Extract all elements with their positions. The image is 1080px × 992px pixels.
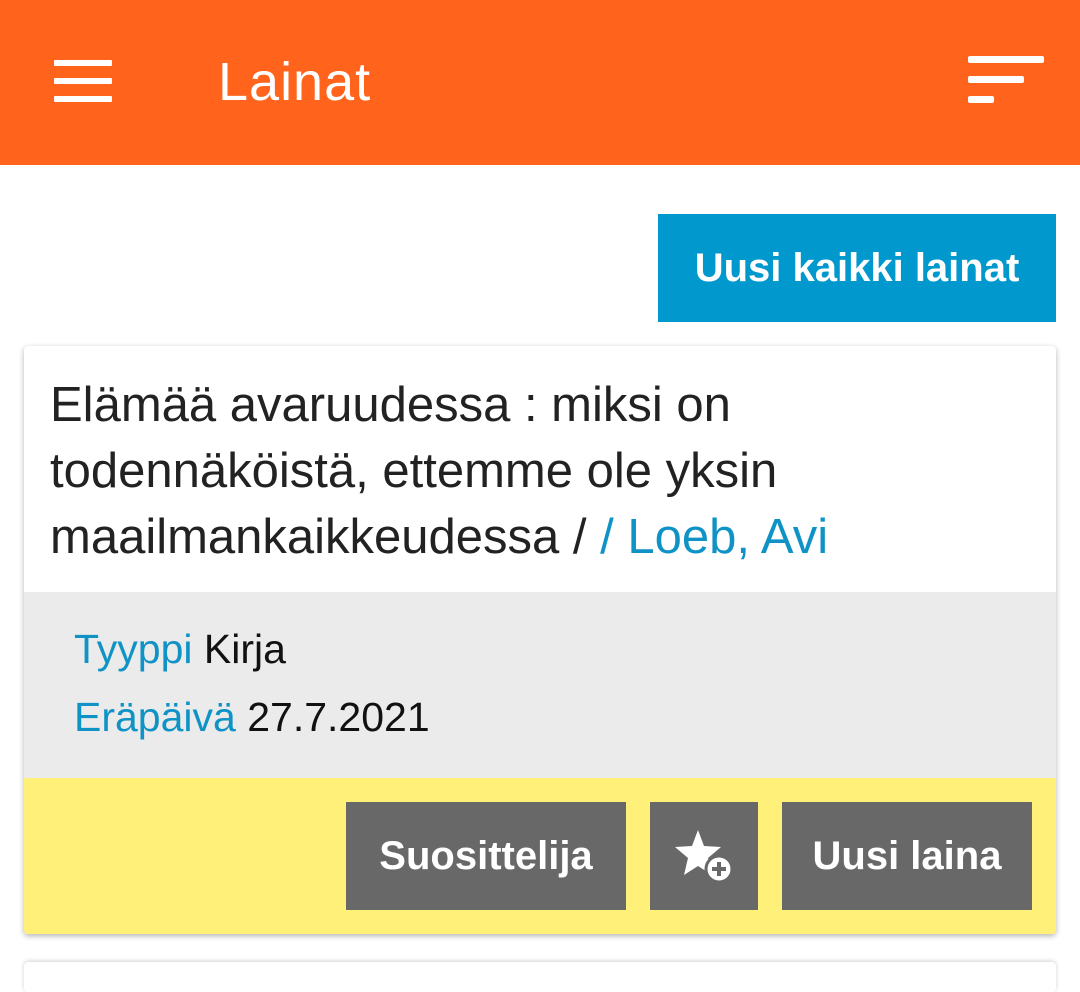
loan-due-row: Eräpäivä 27.7.2021 — [74, 692, 430, 742]
add-favorite-button[interactable] — [650, 802, 758, 910]
page-title: Lainat — [218, 52, 372, 112]
hamburger-menu-icon[interactable] — [54, 60, 114, 102]
renew-all-loans-button[interactable]: Uusi kaikki lainat — [658, 214, 1056, 322]
loan-due-label: Eräpäivä — [74, 694, 236, 740]
recommend-button[interactable]: Suosittelija — [346, 802, 626, 910]
loan-details: Tyyppi Kirja Eräpäivä 27.7.2021 — [24, 592, 1056, 778]
loan-type-row: Tyyppi Kirja — [74, 624, 286, 674]
loan-card: Elämää avaruudessa : miksi on todennäköi… — [24, 346, 1056, 934]
star-add-icon — [675, 830, 734, 884]
loan-title[interactable]: Elämää avaruudessa : miksi on todennäköi… — [50, 372, 1040, 570]
next-loan-card — [24, 962, 1056, 992]
loan-author-link[interactable]: / Loeb, Avi — [600, 510, 828, 564]
app-header: Lainat — [0, 0, 1080, 165]
renew-loan-button[interactable]: Uusi laina — [782, 802, 1032, 910]
loan-type-label: Tyyppi — [74, 626, 193, 672]
loan-due-value: 27.7.2021 — [247, 694, 430, 740]
loan-type-value: Kirja — [203, 626, 286, 672]
sort-icon[interactable] — [968, 56, 1048, 108]
loan-actions: Suosittelija Uusi laina — [24, 778, 1056, 934]
